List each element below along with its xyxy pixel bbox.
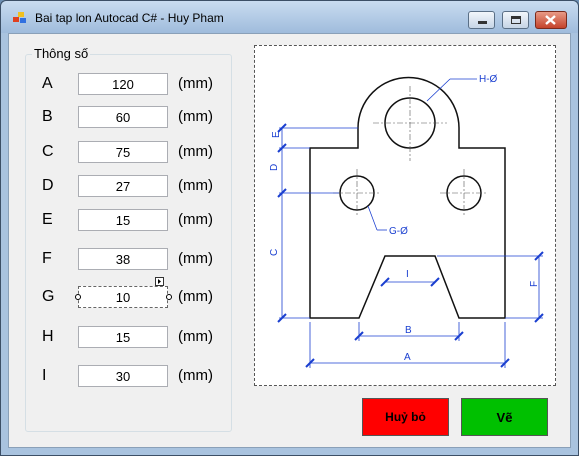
param-label: I	[42, 367, 47, 384]
parameters-group: Thông số A 120 (mm) B 60 (mm) C 75 (mm) …	[25, 46, 232, 432]
param-i-input[interactable]: 30	[78, 365, 168, 387]
param-label: H	[42, 328, 54, 345]
param-a-input[interactable]: 120	[78, 73, 168, 95]
param-row-e: E 15 (mm)	[26, 209, 231, 233]
param-row-g: G 10 (mm)	[26, 277, 231, 310]
param-unit: (mm)	[178, 143, 213, 160]
param-row-i: I 30 (mm)	[26, 365, 231, 389]
close-button[interactable]	[535, 11, 567, 29]
param-label: G	[42, 288, 55, 305]
minimize-icon	[478, 21, 487, 24]
param-h-input[interactable]: 15	[78, 326, 168, 348]
dim-label-h: H-Ø	[479, 74, 498, 85]
param-unit: (mm)	[178, 328, 213, 345]
param-label: B	[42, 108, 53, 125]
param-unit: (mm)	[178, 108, 213, 125]
resize-handle-left[interactable]	[75, 294, 81, 300]
param-unit: (mm)	[178, 211, 213, 228]
smart-tag-icon[interactable]	[155, 277, 164, 286]
cancel-button[interactable]: Huỷ bỏ	[362, 398, 449, 436]
dim-label-i: I	[406, 269, 409, 280]
draw-button[interactable]: Vẽ	[461, 398, 548, 436]
form-client-area: Thông số A 120 (mm) B 60 (mm) C 75 (mm) …	[8, 33, 571, 448]
close-icon	[545, 15, 556, 25]
param-unit: (mm)	[178, 288, 213, 305]
dim-label-d: D	[269, 164, 280, 171]
app-window: Bai tap lon Autocad C# - Huy Pham Thông …	[0, 0, 579, 456]
param-row-b: B 60 (mm)	[26, 106, 231, 130]
app-icon	[13, 12, 27, 24]
dim-label-b: B	[405, 325, 412, 336]
dim-label-a: A	[404, 352, 411, 363]
technical-drawing-panel: H-Ø G-Ø E D C F I B A	[254, 45, 556, 386]
param-label: F	[42, 250, 52, 267]
param-c-input[interactable]: 75	[78, 141, 168, 163]
param-row-a: A 120 (mm)	[26, 73, 231, 97]
param-row-h: H 15 (mm)	[26, 326, 231, 350]
dim-label-e: E	[271, 131, 282, 138]
param-b-input[interactable]: 60	[78, 106, 168, 128]
technical-drawing: H-Ø G-Ø E D C F I B A	[269, 74, 544, 368]
param-unit: (mm)	[178, 250, 213, 267]
param-label: D	[42, 177, 54, 194]
resize-handle-right[interactable]	[166, 294, 172, 300]
param-e-input[interactable]: 15	[78, 209, 168, 231]
param-unit: (mm)	[178, 367, 213, 384]
param-unit: (mm)	[178, 177, 213, 194]
param-label: A	[42, 75, 53, 92]
param-f-input[interactable]: 38	[78, 248, 168, 270]
param-label: C	[42, 143, 54, 160]
maximize-icon	[511, 16, 521, 24]
param-g-input[interactable]: 10	[78, 286, 168, 308]
parameters-group-title: Thông số	[32, 46, 91, 61]
minimize-button[interactable]	[468, 11, 495, 29]
param-unit: (mm)	[178, 75, 213, 92]
title-bar[interactable]: Bai tap lon Autocad C# - Huy Pham	[1, 1, 578, 33]
param-d-input[interactable]: 27	[78, 175, 168, 197]
maximize-button[interactable]	[502, 11, 529, 29]
dim-label-c: C	[269, 249, 280, 256]
window-title: Bai tap lon Autocad C# - Huy Pham	[35, 11, 224, 25]
param-row-c: C 75 (mm)	[26, 141, 231, 165]
param-row-f: F 38 (mm)	[26, 248, 231, 272]
dim-label-g: G-Ø	[389, 226, 408, 237]
dim-label-f: F	[529, 281, 540, 287]
param-row-d: D 27 (mm)	[26, 175, 231, 199]
param-label: E	[42, 211, 53, 228]
